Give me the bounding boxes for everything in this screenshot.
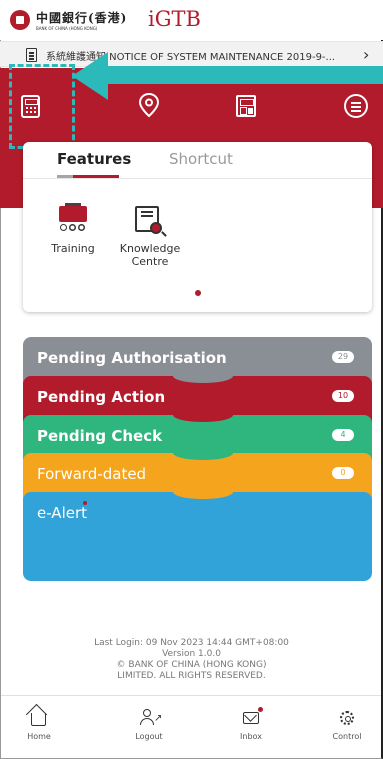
mail-icon xyxy=(241,707,263,727)
knowledge-book-icon xyxy=(133,204,167,238)
e-alert-card[interactable]: e-Alert xyxy=(23,485,372,581)
layout-icon[interactable] xyxy=(236,95,256,117)
pending-check-count: 4 xyxy=(332,429,354,441)
gear-icon xyxy=(337,709,357,727)
carousel-page-dot xyxy=(195,290,201,296)
app-header: 中國銀行(香港) BANK OF CHINA (HONG KONG) iGTB xyxy=(0,0,383,40)
tab-divider xyxy=(23,178,372,179)
card-notch xyxy=(173,408,233,422)
feature-training-label: Training xyxy=(51,242,95,255)
location-pin-icon[interactable] xyxy=(136,92,162,118)
copyright-line2: LIMITED. ALL RIGHTS RESERVED. xyxy=(117,671,266,681)
brand-name-en: BANK OF CHINA (HONG KONG) xyxy=(36,26,98,31)
feature-knowledge-label-line2: Centre xyxy=(131,255,169,268)
nav-inbox-label: Inbox xyxy=(240,732,262,741)
inbox-unread-dot xyxy=(258,707,263,712)
forward-dated-count: 0 xyxy=(332,467,354,479)
boc-logo-icon xyxy=(10,10,30,30)
chevron-right-icon[interactable]: › xyxy=(363,45,369,64)
annotation-arrow-head xyxy=(72,52,108,100)
training-icon xyxy=(57,203,89,238)
nav-inbox[interactable]: Inbox xyxy=(221,707,281,741)
tab-features[interactable]: Features xyxy=(57,150,131,168)
home-icon xyxy=(29,709,49,727)
pending-check-label: Pending Check xyxy=(37,427,163,445)
notice-document-icon xyxy=(26,48,37,62)
feature-knowledge-centre[interactable]: Knowledge Centre xyxy=(115,204,185,268)
e-alert-unread-dot xyxy=(83,501,87,505)
card-notch xyxy=(173,446,233,460)
version-text: Version 1.0.0 xyxy=(162,649,221,659)
login-info: Last Login: 09 Nov 2023 14:44 GMT+08:00 … xyxy=(0,638,383,682)
nav-logout-label: Logout xyxy=(135,732,163,741)
igtb-logo: iGTB xyxy=(148,7,201,31)
copyright-line1: © BANK OF CHINA (HONG KONG) xyxy=(116,660,267,670)
card-notch xyxy=(173,485,233,499)
menu-icon[interactable] xyxy=(344,94,368,118)
nav-control[interactable]: Control xyxy=(317,709,377,741)
tab-shortcut[interactable]: Shortcut xyxy=(169,150,233,168)
last-login-text: Last Login: 09 Nov 2023 14:44 GMT+08:00 xyxy=(94,638,289,648)
nav-home[interactable]: Home xyxy=(9,709,69,741)
card-notch xyxy=(173,369,233,383)
pending-authorisation-count: 29 xyxy=(332,351,354,363)
logout-user-icon: ↗ xyxy=(139,709,162,727)
highlight-dashed-box xyxy=(9,64,75,149)
pending-action-label: Pending Action xyxy=(37,388,166,406)
nav-logout[interactable]: ↗ Logout xyxy=(119,709,179,741)
e-alert-label: e-Alert xyxy=(37,504,88,522)
pending-action-count: 10 xyxy=(332,390,354,402)
features-card: Features Shortcut Training Knowledge Cen… xyxy=(23,142,372,312)
nav-home-label: Home xyxy=(27,732,51,741)
bottom-nav: Home ↗ Logout Inbox Control xyxy=(1,695,381,758)
pending-authorisation-label: Pending Authorisation xyxy=(37,349,227,367)
feature-knowledge-label-line1: Knowledge xyxy=(119,242,181,255)
feature-training[interactable]: Training xyxy=(38,203,108,255)
brand-name-cn: 中國銀行(香港) xyxy=(36,11,128,25)
annotation-arrow-shaft xyxy=(105,66,383,84)
nav-control-label: Control xyxy=(332,732,362,741)
forward-dated-label: Forward-dated xyxy=(37,465,147,483)
